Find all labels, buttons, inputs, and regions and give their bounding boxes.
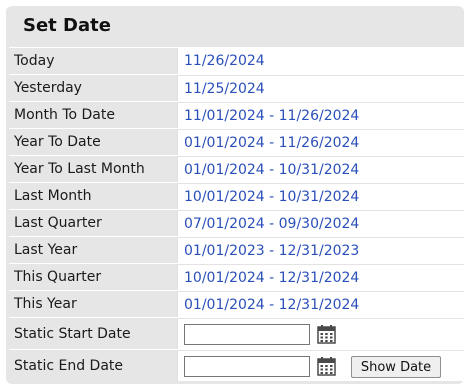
calendar-icon[interactable]	[317, 356, 336, 376]
range-label: Today	[14, 53, 55, 69]
calendar-icon[interactable]	[317, 324, 336, 344]
range-label: Month To Date	[14, 107, 115, 123]
range-value-cell: 11/26/2024	[177, 48, 464, 74]
range-row-this-quarter: This Quarter 10/01/2024 - 12/31/2024	[9, 263, 464, 290]
range-label: Last Quarter	[14, 215, 102, 231]
static-start-row: Static Start Date	[9, 317, 464, 349]
range-value-cell: 07/01/2024 - 09/30/2024	[177, 210, 464, 236]
static-end-cell: Show Date	[177, 350, 464, 381]
range-row-yesterday: Yesterday 11/25/2024	[9, 74, 464, 101]
range-label: Last Month	[14, 188, 92, 204]
static-end-row: Static End Date Show Date	[9, 349, 464, 381]
range-row-month-to-date: Month To Date 11/01/2024 - 11/26/2024	[9, 101, 464, 128]
panel-title: Set Date	[23, 15, 111, 36]
date-range-table: Today 11/26/2024 Yesterday 11/25/2024 Mo…	[9, 47, 464, 381]
range-label: This Quarter	[14, 269, 102, 285]
range-link-month-to-date[interactable]: 11/01/2024 - 11/26/2024	[184, 103, 359, 128]
range-label: This Year	[14, 296, 77, 312]
range-value-cell: 01/01/2023 - 12/31/2023	[177, 237, 464, 263]
range-value-cell: 11/01/2024 - 11/26/2024	[177, 102, 464, 128]
range-value-cell: 11/25/2024	[177, 75, 464, 101]
range-row-last-month: Last Month 10/01/2024 - 10/31/2024	[9, 182, 464, 209]
range-label: Last Year	[14, 242, 78, 258]
range-value-cell: 10/01/2024 - 12/31/2024	[177, 264, 464, 290]
range-label: Year To Last Month	[14, 161, 145, 177]
range-link-last-month[interactable]: 10/01/2024 - 10/31/2024	[184, 184, 359, 209]
static-start-date-input[interactable]	[184, 324, 310, 345]
range-row-last-year: Last Year 01/01/2023 - 12/31/2023	[9, 236, 464, 263]
range-label: Year To Date	[14, 134, 101, 150]
range-link-year-to-last-month[interactable]: 01/01/2024 - 10/31/2024	[184, 157, 359, 182]
set-date-panel: Set Date Today 11/26/2024 Yesterday 11/2…	[6, 6, 464, 384]
range-value-cell: 01/01/2024 - 10/31/2024	[177, 156, 464, 182]
range-label: Yesterday	[14, 80, 82, 96]
range-link-this-year[interactable]: 01/01/2024 - 12/31/2024	[184, 292, 359, 317]
static-end-date-input[interactable]	[184, 356, 310, 377]
range-link-yesterday[interactable]: 11/25/2024	[184, 76, 265, 101]
range-link-last-year[interactable]: 01/01/2023 - 12/31/2023	[184, 238, 359, 263]
range-row-year-to-date: Year To Date 01/01/2024 - 11/26/2024	[9, 128, 464, 155]
range-link-year-to-date[interactable]: 01/01/2024 - 11/26/2024	[184, 130, 359, 155]
show-date-button[interactable]: Show Date	[351, 356, 441, 378]
range-value-cell: 01/01/2024 - 11/26/2024	[177, 129, 464, 155]
static-end-label: Static End Date	[14, 357, 123, 374]
range-link-last-quarter[interactable]: 07/01/2024 - 09/30/2024	[184, 211, 359, 236]
range-row-last-quarter: Last Quarter 07/01/2024 - 09/30/2024	[9, 209, 464, 236]
range-value-cell: 01/01/2024 - 12/31/2024	[177, 291, 464, 317]
range-row-year-to-last-month: Year To Last Month 01/01/2024 - 10/31/20…	[9, 155, 464, 182]
range-row-today: Today 11/26/2024	[9, 47, 464, 74]
range-link-today[interactable]: 11/26/2024	[184, 48, 265, 74]
static-start-label: Static Start Date	[14, 325, 131, 342]
range-row-this-year: This Year 01/01/2024 - 12/31/2024	[9, 290, 464, 317]
static-start-cell	[177, 318, 464, 349]
range-link-this-quarter[interactable]: 10/01/2024 - 12/31/2024	[184, 265, 359, 290]
range-value-cell: 10/01/2024 - 10/31/2024	[177, 183, 464, 209]
